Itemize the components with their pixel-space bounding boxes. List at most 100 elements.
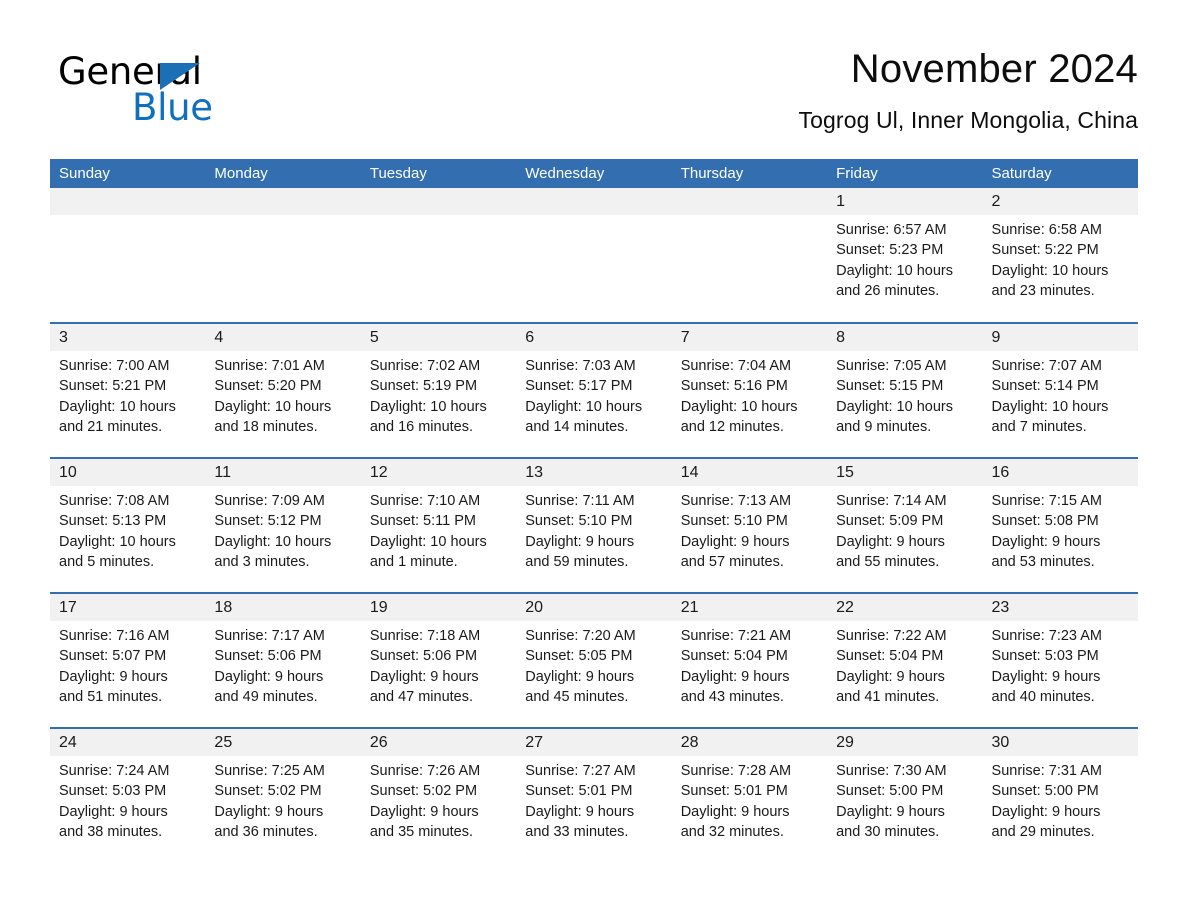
day-number: 3 bbox=[59, 329, 68, 346]
day-cell[interactable]: 11 Sunrise: 7:09 AM Sunset: 5:12 PM Dayligh… bbox=[205, 459, 361, 592]
daylight-text-line1: Daylight: 10 hours bbox=[525, 398, 643, 415]
daylight-text-line1: Daylight: 9 hours bbox=[214, 803, 324, 820]
day-cell[interactable]: 12 Sunrise: 7:10 AM Sunset: 5:11 PM Dayligh… bbox=[360, 459, 517, 592]
day-number-band: 13 bbox=[516, 459, 672, 486]
day-cell[interactable] bbox=[205, 188, 361, 322]
sunrise-text: Sunrise: 7:07 AM bbox=[991, 358, 1102, 374]
day-number-band bbox=[360, 188, 517, 215]
sunrise-text: Sunrise: 7:01 AM bbox=[214, 358, 325, 374]
day-cell[interactable]: 25 Sunrise: 7:25 AM Sunset: 5:02 PM Dayligh… bbox=[205, 729, 361, 862]
sunset-text: Sunset: 5:02 PM bbox=[369, 783, 478, 800]
day-number: 24 bbox=[59, 734, 77, 751]
day-cell[interactable]: 23 Sunrise: 7:23 AM Sunset: 5:03 PM Dayligh… bbox=[982, 594, 1138, 727]
day-cell[interactable]: 14 Sunrise: 7:13 AM Sunset: 5:10 PM Dayligh… bbox=[671, 459, 828, 592]
day-details: Sunrise: 6:57 AM Sunset: 5:23 PM Daylight:… bbox=[827, 215, 982, 301]
day-number-band: 4 bbox=[205, 324, 361, 351]
day-cell[interactable]: 2 Sunrise: 6:58 AM Sunset: 5:22 PM Daylight… bbox=[982, 188, 1138, 322]
day-details: Sunrise: 7:20 AM Sunset: 5:05 PM Daylight:… bbox=[516, 621, 671, 707]
day-cell[interactable]: 4 Sunrise: 7:01 AM Sunset: 5:20 PM Daylight… bbox=[205, 324, 361, 457]
day-number: 8 bbox=[836, 329, 846, 346]
sunset-text: Sunset: 5:10 PM bbox=[525, 513, 633, 530]
day-cell[interactable]: 26 Sunrise: 7:26 AM Sunset: 5:02 PM Dayligh… bbox=[360, 729, 517, 862]
sunset-text: Sunset: 5:01 PM bbox=[525, 783, 633, 800]
daylight-text-line1: Daylight: 10 hours bbox=[836, 398, 953, 415]
day-cell[interactable]: 20 Sunrise: 7:20 AM Sunset: 5:05 PM Dayligh… bbox=[516, 594, 672, 727]
day-cell[interactable]: 8 Sunrise: 7:05 AM Sunset: 5:15 PM Daylight… bbox=[827, 324, 983, 457]
sunset-text: Sunset: 5:15 PM bbox=[836, 378, 944, 395]
day-number-band: 12 bbox=[360, 459, 517, 486]
sunrise-text: Sunrise: 7:08 AM bbox=[59, 493, 170, 509]
day-cell[interactable] bbox=[671, 188, 828, 322]
day-number: 4 bbox=[214, 329, 224, 346]
day-cell[interactable] bbox=[50, 188, 206, 322]
day-cell[interactable]: 1 Sunrise: 6:57 AM Sunset: 5:23 PM Daylight… bbox=[827, 188, 983, 322]
daylight-text-line1: Daylight: 10 hours bbox=[59, 533, 176, 550]
day-number-band bbox=[671, 188, 828, 215]
daylight-text-line2: and 51 minutes. bbox=[59, 688, 163, 705]
daylight-text-line1: Daylight: 9 hours bbox=[680, 668, 790, 685]
day-number-band: 27 bbox=[516, 729, 672, 756]
logo-text-blue: Blue bbox=[132, 86, 213, 129]
day-details bbox=[205, 215, 360, 220]
day-cell[interactable] bbox=[516, 188, 672, 322]
day-cell[interactable]: 6 Sunrise: 7:03 AM Sunset: 5:17 PM Daylight… bbox=[516, 324, 672, 457]
day-cell[interactable]: 17 Sunrise: 7:16 AM Sunset: 5:07 PM Dayligh… bbox=[50, 594, 206, 727]
day-cell[interactable]: 19 Sunrise: 7:18 AM Sunset: 5:06 PM Dayligh… bbox=[360, 594, 517, 727]
day-number-band: 8 bbox=[827, 324, 983, 351]
day-cell[interactable]: 10 Sunrise: 7:08 AM Sunset: 5:13 PM Dayligh… bbox=[50, 459, 206, 592]
day-number: 29 bbox=[836, 734, 854, 751]
weekday-tuesday: Tuesday bbox=[369, 165, 427, 182]
daylight-text-line1: Daylight: 9 hours bbox=[525, 533, 635, 550]
daylight-text-line2: and 57 minutes. bbox=[680, 553, 784, 570]
day-cell[interactable]: 9 Sunrise: 7:07 AM Sunset: 5:14 PM Daylight… bbox=[982, 324, 1138, 457]
sunrise-text: Sunrise: 7:13 AM bbox=[680, 493, 792, 509]
generalblue-logo[interactable]: General Blue bbox=[58, 50, 378, 146]
day-number-band: 7 bbox=[671, 324, 828, 351]
day-cell[interactable]: 22 Sunrise: 7:22 AM Sunset: 5:04 PM Dayligh… bbox=[827, 594, 983, 727]
title-block: November 2024 Togrog Ul, Inner Mongolia,… bbox=[799, 44, 1138, 137]
sunset-text: Sunset: 5:05 PM bbox=[525, 648, 633, 665]
day-number: 23 bbox=[991, 599, 1010, 616]
day-cell[interactable]: 21 Sunrise: 7:21 AM Sunset: 5:04 PM Dayligh… bbox=[671, 594, 828, 727]
daylight-text-line1: Daylight: 10 hours bbox=[991, 398, 1109, 415]
day-cell[interactable]: 30 Sunrise: 7:31 AM Sunset: 5:00 PM Dayligh… bbox=[982, 729, 1138, 862]
day-cell[interactable]: 3 Sunrise: 7:00 AM Sunset: 5:21 PM Daylight… bbox=[50, 324, 206, 457]
day-cell[interactable]: 16 Sunrise: 7:15 AM Sunset: 5:08 PM Dayligh… bbox=[982, 459, 1138, 592]
day-cell[interactable]: 13 Sunrise: 7:11 AM Sunset: 5:10 PM Dayligh… bbox=[516, 459, 672, 592]
day-number: 19 bbox=[369, 599, 388, 616]
day-number: 21 bbox=[680, 599, 699, 616]
day-number: 18 bbox=[214, 599, 233, 616]
day-cell[interactable]: 18 Sunrise: 7:17 AM Sunset: 5:06 PM Dayligh… bbox=[205, 594, 361, 727]
day-number-band bbox=[205, 188, 361, 215]
daylight-text-line2: and 29 minutes. bbox=[991, 823, 1095, 840]
day-number-band: 23 bbox=[982, 594, 1138, 621]
day-number-band: 16 bbox=[982, 459, 1138, 486]
day-details: Sunrise: 7:01 AM Sunset: 5:20 PM Daylight:… bbox=[205, 351, 360, 437]
sunset-text: Sunset: 5:21 PM bbox=[59, 378, 167, 395]
weekday-thursday: Thursday bbox=[680, 165, 744, 182]
page-header: General Blue November 2024 Togrog Ul, In… bbox=[50, 44, 1138, 150]
day-number-band bbox=[516, 188, 672, 215]
day-number-band: 5 bbox=[360, 324, 517, 351]
sunrise-text: Sunrise: 7:14 AM bbox=[836, 493, 947, 509]
day-cell[interactable]: 24 Sunrise: 7:24 AM Sunset: 5:03 PM Dayligh… bbox=[50, 729, 206, 862]
day-cell[interactable]: 27 Sunrise: 7:27 AM Sunset: 5:01 PM Dayligh… bbox=[516, 729, 672, 862]
sunset-text: Sunset: 5:19 PM bbox=[369, 378, 478, 395]
day-number-band: 15 bbox=[827, 459, 983, 486]
sunset-text: Sunset: 5:14 PM bbox=[991, 378, 1099, 395]
day-number-band: 22 bbox=[827, 594, 983, 621]
day-cell[interactable]: 5 Sunrise: 7:02 AM Sunset: 5:19 PM Daylight… bbox=[360, 324, 517, 457]
day-cell[interactable]: 28 Sunrise: 7:28 AM Sunset: 5:01 PM Dayligh… bbox=[671, 729, 828, 862]
day-number: 26 bbox=[369, 734, 388, 751]
day-cell[interactable]: 15 Sunrise: 7:14 AM Sunset: 5:09 PM Dayligh… bbox=[827, 459, 983, 592]
day-number-band: 17 bbox=[50, 594, 206, 621]
day-number-band: 14 bbox=[671, 459, 828, 486]
week-row: 17 Sunrise: 7:16 AM Sunset: 5:07 PM Dayligh… bbox=[50, 592, 1138, 727]
day-cell[interactable]: 29 Sunrise: 7:30 AM Sunset: 5:00 PM Dayligh… bbox=[827, 729, 983, 862]
day-number-band: 29 bbox=[827, 729, 983, 756]
day-cell[interactable]: 7 Sunrise: 7:04 AM Sunset: 5:16 PM Daylight… bbox=[671, 324, 828, 457]
day-details: Sunrise: 7:08 AM Sunset: 5:13 PM Daylight:… bbox=[50, 486, 205, 572]
daylight-text-line2: and 12 minutes. bbox=[680, 418, 784, 435]
day-cell[interactable] bbox=[360, 188, 517, 322]
weekday-sunday: Sunday bbox=[59, 165, 110, 182]
